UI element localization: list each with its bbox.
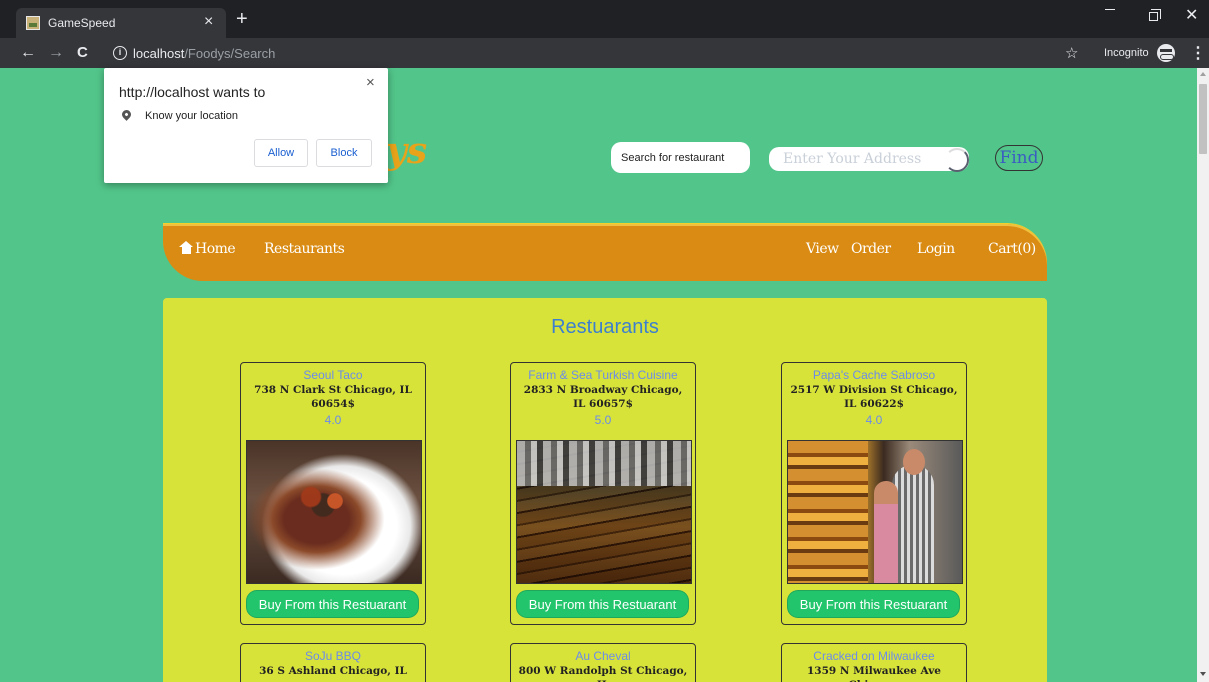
restaurant-search-input[interactable] — [611, 142, 750, 173]
permission-title: http://localhost wants to — [119, 84, 266, 100]
restaurant-address: 36 S Ashland Chicago, IL — [259, 665, 407, 677]
restaurant-card: Farm & Sea Turkish Cuisine 2833 N Broadw… — [510, 362, 696, 625]
site-logo[interactable]: ys — [386, 131, 427, 171]
tab-title: GameSpeed — [48, 16, 116, 30]
restaurant-name-link[interactable]: Cracked on Milwaukee — [782, 649, 966, 663]
restaurant-card: Au Cheval 800 W Randolph St Chicago, IL — [510, 643, 696, 682]
nav-cart-link[interactable]: Cart(0) — [988, 241, 1036, 257]
restaurant-card: Seoul Taco 738 N Clark St Chicago, IL 60… — [240, 362, 426, 625]
url-path: /Foodys/Search — [184, 46, 276, 61]
url-host: localhost — [133, 46, 185, 61]
url-text[interactable]: localhost/Foodys/Search — [133, 46, 275, 61]
nav-order-link[interactable]: Order — [851, 241, 891, 257]
browser-tab[interactable]: GameSpeed × — [16, 8, 226, 38]
allow-button[interactable]: Allow — [254, 139, 308, 167]
address-input[interactable] — [769, 147, 969, 171]
restaurant-rating: 4.0 — [865, 413, 883, 427]
window-close-icon[interactable]: ✕ — [1185, 8, 1198, 24]
photo-person-face — [903, 449, 925, 475]
tab-favicon-icon — [26, 16, 40, 30]
restaurant-card: Cracked on Milwaukee 1359 N Milwaukee Av… — [781, 643, 967, 682]
browser-toolbar: ← → C i localhost/Foodys/Search ☆ Incogn… — [0, 38, 1209, 68]
restaurant-photo — [516, 440, 692, 584]
restaurant-address: 738 N Clark St Chicago, IL 60654$ — [254, 384, 412, 410]
main-navbar: Home Restaurants View Order Login Cart(0… — [163, 224, 1047, 281]
nav-restaurants-link[interactable]: Restaurants — [264, 241, 345, 257]
scrollbar-thumb[interactable] — [1199, 84, 1207, 154]
forward-arrow-icon[interactable]: → — [48, 44, 64, 62]
home-icon — [179, 241, 194, 254]
restaurant-rating: 4.0 — [324, 413, 342, 427]
address-input-knob-icon — [945, 148, 969, 172]
buy-from-restaurant-button[interactable]: Buy From this Restuarant — [247, 591, 418, 617]
photo-person — [874, 481, 898, 583]
find-button[interactable]: Find — [995, 145, 1043, 171]
buy-from-restaurant-button[interactable]: Buy From this Restuarant — [517, 591, 688, 617]
incognito-icon[interactable] — [1157, 44, 1175, 62]
scroll-down-arrow-icon[interactable] — [1200, 672, 1206, 676]
bookmark-star-icon[interactable]: ☆ — [1065, 44, 1078, 62]
restaurant-rating: 5.0 — [594, 413, 612, 427]
permission-request-text: Know your location — [145, 110, 238, 122]
restaurant-name-link[interactable]: Papa's Cache Sabroso — [782, 368, 966, 382]
restaurant-card: Papa's Cache Sabroso 2517 W Division St … — [781, 362, 967, 625]
restaurant-name-link[interactable]: Au Cheval — [511, 649, 695, 663]
restaurant-photo — [246, 440, 422, 584]
close-icon[interactable]: × — [366, 74, 375, 91]
nav-home-link[interactable]: Home — [179, 241, 236, 257]
restaurant-card: SoJu BBQ 36 S Ashland Chicago, IL — [240, 643, 426, 682]
restaurant-photo — [787, 440, 963, 584]
back-arrow-icon[interactable]: ← — [20, 44, 36, 62]
site-info-icon[interactable]: i — [113, 46, 127, 60]
nav-view-link[interactable]: View — [806, 241, 839, 257]
window-minimize-icon[interactable] — [1105, 9, 1115, 10]
page-scrollbar[interactable] — [1197, 68, 1209, 682]
nav-login-link[interactable]: Login — [917, 241, 955, 257]
restaurant-address: 800 W Randolph St Chicago, IL — [518, 665, 688, 682]
block-button[interactable]: Block — [316, 139, 372, 167]
tab-close-icon[interactable]: × — [204, 13, 213, 31]
location-pin-icon — [120, 108, 133, 121]
panel-heading: Restuarants — [551, 316, 659, 338]
new-tab-icon[interactable]: + — [236, 9, 248, 29]
browser-tab-bar: GameSpeed × + ✕ — [0, 0, 1209, 38]
reload-icon[interactable]: C — [77, 44, 88, 62]
restaurant-name-link[interactable]: Seoul Taco — [241, 368, 425, 382]
nav-home-label: Home — [195, 241, 236, 257]
restaurant-address: 1359 N Milwaukee Ave Chicago, — [806, 665, 941, 682]
location-permission-popup: http://localhost wants to × Know your lo… — [104, 68, 388, 183]
restaurant-name-link[interactable]: SoJu BBQ — [241, 649, 425, 663]
browser-menu-icon[interactable]: ⋮ — [1190, 43, 1206, 63]
incognito-label: Incognito — [1104, 47, 1149, 59]
restaurant-address: 2833 N Broadway Chicago, IL 60657$ — [523, 384, 683, 410]
restaurant-address: 2517 W Division St Chicago, IL 60622$ — [790, 384, 958, 410]
restaurant-name-link[interactable]: Farm & Sea Turkish Cuisine — [511, 368, 695, 382]
scroll-up-arrow-icon[interactable] — [1200, 72, 1206, 76]
window-restore-icon[interactable] — [1149, 9, 1161, 21]
buy-from-restaurant-button[interactable]: Buy From this Restuarant — [788, 591, 959, 617]
